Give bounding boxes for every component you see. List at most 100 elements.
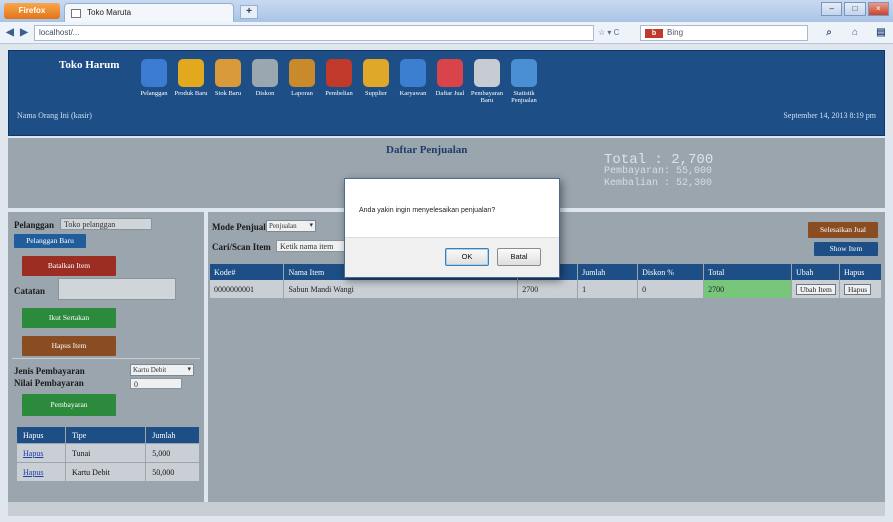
payment-amount-label: Nilai Pembayaran: [14, 378, 84, 388]
show-item-button[interactable]: Show Item: [814, 242, 878, 256]
app-header: Toko Harum Pelanggan Produk Baru Stok Baru…: [8, 50, 885, 136]
cancel-button[interactable]: Batal: [497, 248, 541, 266]
back-icon[interactable]: ◀: [4, 26, 16, 40]
firefox-menu-button[interactable]: Firefox: [4, 3, 60, 19]
bookmark-icon[interactable]: ▤: [874, 26, 888, 40]
payment-amount: Pembayaran: 55,000: [604, 166, 713, 177]
menu-item-label: Pelanggan: [140, 90, 168, 97]
boxes-icon: [215, 59, 241, 87]
menu-item-pembelian[interactable]: Pembelian: [322, 55, 356, 113]
search-icon[interactable]: ⌕: [822, 26, 836, 40]
payment-amount-cell: 5,000: [145, 443, 200, 463]
totals-display: Total : 2,700 Pembayaran: 55,000 Kembali…: [604, 152, 714, 190]
minimize-icon[interactable]: –: [821, 2, 843, 16]
stack-icon: [474, 59, 500, 87]
item-price-cell: 2700: [517, 280, 579, 298]
payment-amount-input[interactable]: 0: [130, 378, 182, 389]
delete-payment-link[interactable]: Hapus: [23, 468, 43, 477]
complete-sale-button[interactable]: Selesaikan Jual: [808, 222, 878, 238]
dialog-footer: OK Batal: [345, 237, 559, 277]
column-header: Diskon %: [637, 264, 705, 280]
toolbar-icons: ⌕ ⌂ ▤: [822, 26, 888, 40]
gear-icon: [252, 59, 278, 87]
menu-item-karyawan[interactable]: Karyawan: [396, 55, 430, 113]
menu-item-label: Supplier: [364, 90, 388, 97]
menu-item-label: Daftar Jual: [435, 90, 465, 97]
payment-type-cell: Tunai: [64, 443, 147, 463]
home-icon[interactable]: ⌂: [848, 26, 862, 40]
menu-item-label: Statistik Penjualan: [511, 90, 537, 104]
menu-item-pembayaran-baru[interactable]: Pembayaran Baru: [470, 55, 504, 113]
delete-payment-link[interactable]: Hapus: [23, 449, 43, 458]
payment-type-select[interactable]: Kartu Debit: [130, 364, 194, 376]
delete-item-button[interactable]: Hapus Item: [22, 336, 116, 356]
change-amount: Kembalian : 52,300: [604, 178, 713, 189]
item-qty-input[interactable]: 1: [577, 280, 639, 298]
new-tab-button[interactable]: +: [240, 5, 258, 19]
menu-item-diskon[interactable]: Diskon: [248, 55, 282, 113]
menu-item-pelanggan[interactable]: Pelanggan: [137, 55, 171, 113]
search-placeholder: Bing: [667, 28, 684, 37]
column-header: Jumlah: [145, 426, 200, 444]
menu-item-label: Pembayaran Baru: [470, 90, 504, 104]
column-header: Ubah: [791, 264, 840, 280]
table-row: Hapus Kartu Debit 50,000: [16, 462, 200, 482]
table-row: 0000000001 Sabun Mandi Wangi 2700 1 0 27…: [210, 280, 883, 298]
delete-item-button[interactable]: Hapus: [843, 283, 872, 295]
edit-item-button[interactable]: Ubah Item: [795, 283, 836, 295]
box-badge-icon: [178, 59, 204, 87]
notes-textarea[interactable]: [58, 278, 176, 300]
include-button[interactable]: Ikut Sertakan: [22, 308, 116, 328]
report-icon: [437, 59, 463, 87]
dialog-message: Anda yakin ingin menyelesaikan penjualan…: [359, 207, 496, 214]
menu-item-supplier[interactable]: Supplier: [359, 55, 393, 113]
payments-table: Hapus Tipe Jumlah Hapus Tunai 5,000 Hapu…: [16, 426, 200, 482]
users-icon: [400, 59, 426, 87]
menu-item-laporan[interactable]: Laporan: [285, 55, 319, 113]
add-payment-button[interactable]: Pembayaran: [22, 394, 116, 416]
menu-item-daftar-jual[interactable]: Daftar Jual: [433, 55, 467, 113]
close-icon[interactable]: ×: [867, 2, 889, 16]
item-name-cell: Sabun Mandi Wangi: [283, 280, 519, 298]
browser-tab[interactable]: Toko Maruta: [64, 3, 234, 22]
pelanggan-label: Pelanggan: [14, 220, 55, 230]
menu-item-label: Karyawan: [399, 90, 427, 97]
ok-button[interactable]: OK: [445, 248, 489, 266]
address-bar[interactable]: localhost/...: [34, 25, 594, 41]
item-discount-input[interactable]: 0: [637, 280, 705, 298]
search-item-label: Cari/Scan Item: [212, 242, 271, 252]
window-controls: – □ ×: [819, 2, 889, 18]
page-icon: [71, 9, 81, 18]
divider: [12, 358, 200, 359]
search-engine-icon[interactable]: b: [645, 29, 663, 38]
payment-type-label: Jenis Pembayaran: [14, 366, 85, 376]
payment-type-cell: Kartu Debit: [64, 462, 147, 482]
search-input[interactable]: b Bing: [640, 25, 808, 41]
customer-input[interactable]: Toko pelanggan: [60, 218, 152, 230]
page-title: Daftar Penjualan: [386, 144, 468, 156]
menu-item-label: Stok Baru: [214, 90, 242, 97]
forward-icon[interactable]: ▶: [18, 26, 30, 40]
reload-icon[interactable]: ☆ ▾ C: [598, 25, 632, 41]
menu-item-label: Pembelian: [325, 90, 353, 97]
user-icon: [141, 59, 167, 87]
maximize-icon[interactable]: □: [844, 2, 866, 16]
main-menu: Pelanggan Produk Baru Stok Baru Diskon Lapor…: [137, 55, 544, 113]
column-header: Total: [703, 264, 792, 280]
column-header: Hapus: [839, 264, 883, 280]
cancel-item-button[interactable]: Batalkan Item: [22, 256, 116, 276]
sale-mode-select[interactable]: Penjualan: [266, 220, 316, 232]
menu-item-stok-baru[interactable]: Stok Baru: [211, 55, 245, 113]
menu-item-produk-baru[interactable]: Produk Baru: [174, 55, 208, 113]
menu-item-label: Diskon: [255, 90, 275, 97]
new-customer-button[interactable]: Pelanggan Baru: [14, 234, 86, 248]
payment-amount-cell: 50,000: [145, 462, 200, 482]
item-search-input[interactable]: Ketik nama item: [276, 240, 346, 252]
column-header: Hapus: [16, 426, 66, 444]
total-amount: Total : 2,700: [604, 152, 714, 168]
menu-item-label: Laporan: [291, 90, 313, 97]
user-info: Nama Orang Ini (kasir): [17, 111, 92, 120]
item-code-cell: 0000000001: [210, 280, 285, 298]
menu-item-statistik-penjualan[interactable]: Statistik Penjualan: [507, 55, 541, 113]
ledger-icon: [326, 59, 352, 87]
